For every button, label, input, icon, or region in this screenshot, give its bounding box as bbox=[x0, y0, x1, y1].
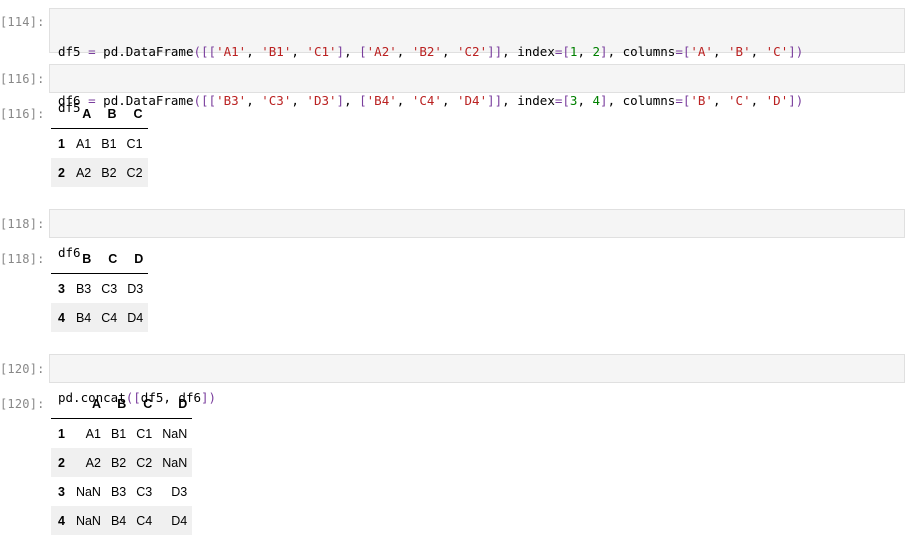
column-header: B bbox=[70, 245, 97, 274]
table-cell: C2 bbox=[136, 455, 153, 470]
output-prompt: [116]: bbox=[0, 107, 45, 121]
code-cell[interactable]: df5 bbox=[49, 64, 905, 115]
input-prompt: [116]: bbox=[0, 72, 45, 86]
table-cell: NaN bbox=[162, 455, 188, 470]
column-header: B bbox=[105, 390, 132, 419]
table-cell: B1 bbox=[101, 136, 117, 151]
index-header bbox=[51, 245, 71, 274]
table-row: 4 B4 C4 D4 bbox=[51, 303, 149, 332]
table-cell: C1 bbox=[136, 426, 153, 441]
input-prompt: [118]: bbox=[0, 217, 45, 231]
table-row: 3 B3 C3 D3 bbox=[51, 274, 148, 304]
table-cell: B3 bbox=[110, 484, 127, 499]
table-cell: A1 bbox=[85, 426, 101, 441]
code-line: df6 bbox=[58, 245, 81, 260]
column-header: D bbox=[157, 390, 193, 419]
table-row: 2 A2 B2 C2 NaN bbox=[51, 448, 193, 477]
output-prompt: [118]: bbox=[0, 252, 45, 266]
table-row: 2 A2 B2 C2 bbox=[51, 158, 148, 187]
code-cell[interactable]: df5 = pd.DataFrame([['A1', 'B1', 'C1'], … bbox=[49, 8, 905, 108]
column-header: B bbox=[96, 100, 122, 129]
table-cell: B4 bbox=[75, 310, 92, 325]
table-cell: D3 bbox=[127, 281, 144, 296]
input-prompt: [120]: bbox=[0, 362, 45, 376]
row-index: 1 bbox=[58, 136, 65, 151]
row-index: 1 bbox=[58, 426, 65, 441]
dataframe-output: A B C 1 A1 B1 C1 2 A2 B2 C2 bbox=[51, 100, 148, 187]
table-cell: B2 bbox=[110, 455, 127, 470]
table-cell: NaN bbox=[162, 426, 188, 441]
index-header bbox=[51, 390, 71, 419]
table-header-row: ABC bbox=[51, 100, 148, 129]
code-cell[interactable]: pd.concat([df5, df6]) bbox=[49, 354, 905, 405]
code-line: df5 bbox=[58, 100, 81, 115]
input-prompt: [114]: bbox=[0, 15, 45, 29]
table-row: 3 NaN B3 C3 D3 bbox=[51, 477, 192, 506]
table-cell: D4 bbox=[127, 310, 144, 325]
index-header bbox=[51, 100, 71, 129]
table-cell: C2 bbox=[126, 165, 143, 180]
table-cell: B4 bbox=[110, 513, 127, 528]
table-cell: C3 bbox=[101, 281, 118, 296]
column-header: C bbox=[121, 100, 148, 129]
row-index: 4 bbox=[58, 513, 65, 528]
table-cell: NaN bbox=[75, 513, 101, 528]
table-cell: C3 bbox=[136, 484, 153, 499]
table-row: 1 A1 B1 C1 bbox=[51, 129, 148, 159]
table-cell: A2 bbox=[85, 455, 101, 470]
column-header: A bbox=[70, 390, 106, 419]
column-header: A bbox=[70, 100, 97, 129]
table-cell: C4 bbox=[136, 513, 153, 528]
table-cell: C1 bbox=[126, 136, 143, 151]
output-prompt: [120]: bbox=[0, 397, 45, 411]
table-cell: A2 bbox=[75, 165, 92, 180]
table-header-row: BCD bbox=[51, 245, 149, 274]
row-index: 2 bbox=[58, 455, 65, 470]
table-cell: C4 bbox=[101, 310, 118, 325]
table-cell: D4 bbox=[171, 513, 188, 528]
row-index: 3 bbox=[58, 281, 65, 296]
table-row: 4 NaN B4 C4 D4 bbox=[51, 506, 193, 535]
table-cell: A1 bbox=[75, 136, 92, 151]
column-header: C bbox=[131, 390, 158, 419]
table-cell: D3 bbox=[171, 484, 188, 499]
table-header-row: ABCD bbox=[51, 390, 193, 419]
table-cell: B1 bbox=[110, 426, 127, 441]
table-cell: B3 bbox=[75, 281, 92, 296]
table-cell: B2 bbox=[101, 165, 117, 180]
row-index: 3 bbox=[58, 484, 65, 499]
row-index: 2 bbox=[58, 165, 65, 180]
code-cell[interactable]: df6 bbox=[49, 209, 905, 260]
table-row: 1 A1 B1 C1 NaN bbox=[51, 419, 192, 449]
dataframe-output: A B C D 1 A1 B1 C1 NaN 2 A2 B2 C2 NaN 3 NaN B3 C3 D3 4 NaN B4… bbox=[51, 390, 193, 535]
table-cell: NaN bbox=[75, 484, 101, 499]
column-header: C bbox=[96, 245, 123, 274]
row-index: 4 bbox=[58, 310, 65, 325]
code-line: df5 = pd.DataFrame([['A1', 'B1', 'C1'], … bbox=[58, 44, 804, 59]
dataframe-output: B C D 3 B3 C3 D3 4 B4 C4 D4 bbox=[51, 245, 149, 332]
column-header: D bbox=[122, 245, 149, 274]
